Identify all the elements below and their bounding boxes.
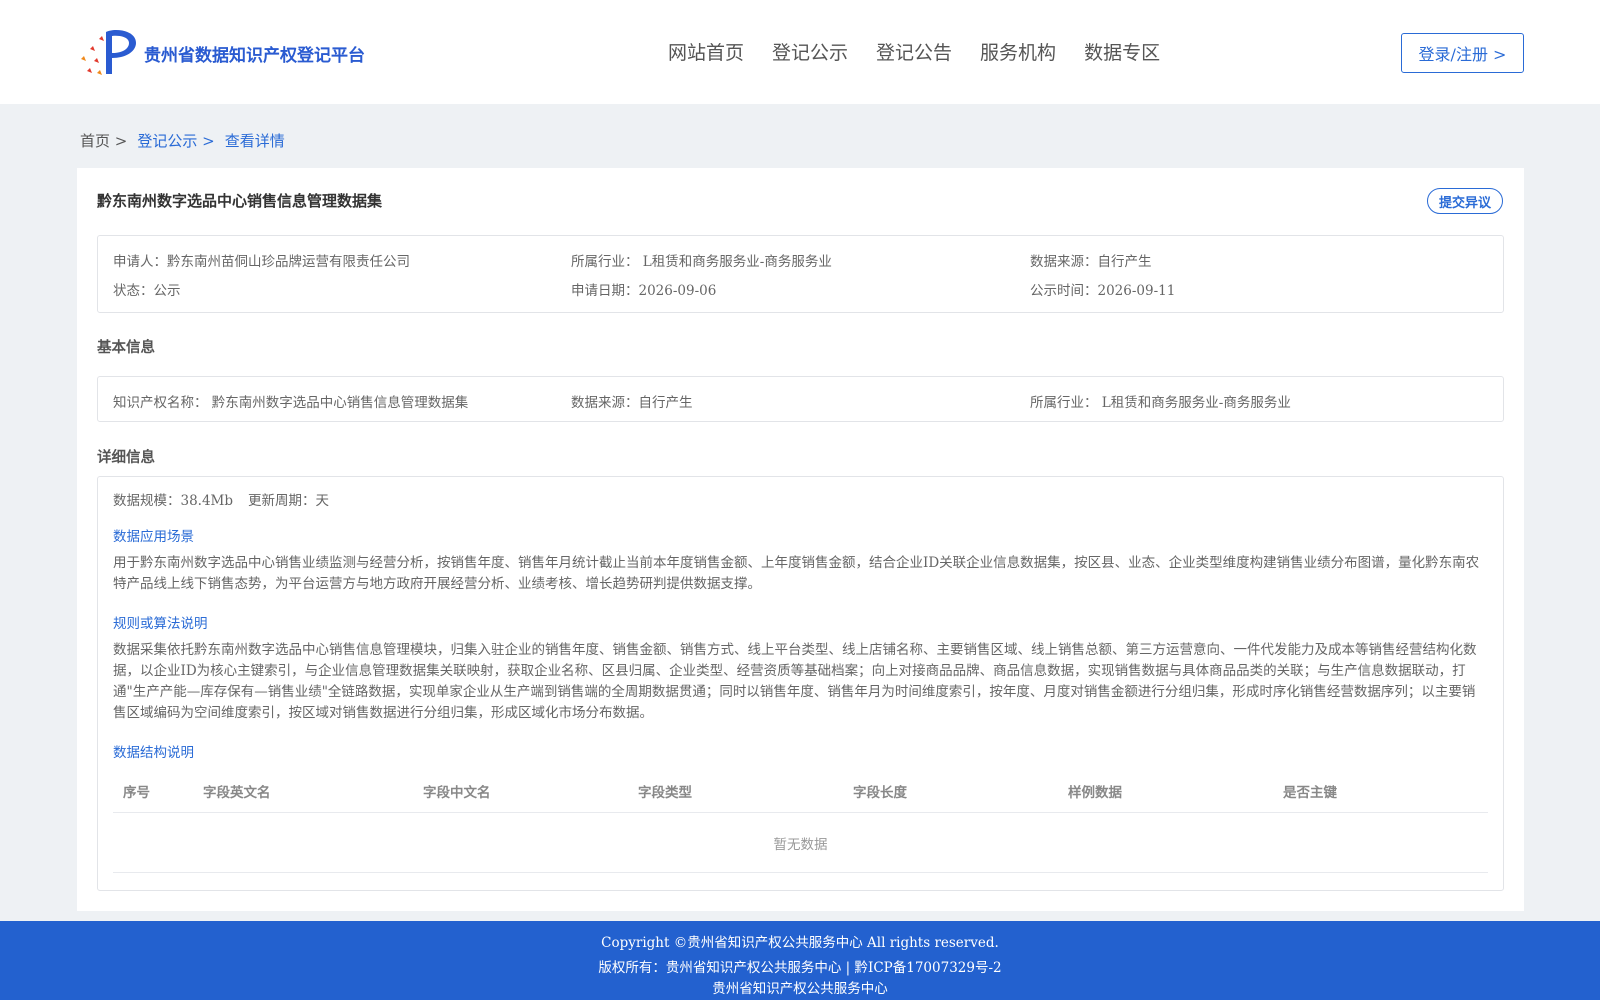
data-source: 数据来源：自行产生: [1030, 254, 1152, 270]
table-empty-row: 暂无数据: [113, 813, 1488, 873]
th-field-cn: 字段中文名: [423, 785, 491, 801]
nav-registration-announcement[interactable]: 登记公告: [876, 38, 952, 65]
update-cycle: 更新周期：天: [248, 493, 329, 509]
submit-objection-button[interactable]: 提交异议: [1427, 188, 1503, 214]
ip-name: 知识产权名称： 黔东南州数字选品中心销售信息管理数据集: [113, 395, 469, 411]
industry: 所属行业： L租赁和商务服务业-商务服务业: [571, 254, 832, 270]
nav-registration-publicity[interactable]: 登记公示: [772, 38, 848, 65]
th-field-length: 字段长度: [853, 785, 907, 801]
logo-emblem-icon: [81, 30, 136, 75]
footer-copyright: Copyright ©贵州省知识产权公共服务中心 All rights rese…: [601, 935, 999, 951]
apply-date: 申请日期：2026-09-06: [571, 283, 717, 299]
scenario-text: 用于黔东南州数字选品中心销售业绩监测与经营分析，按销售年度、销售年月统计截止当前…: [113, 555, 1480, 592]
breadcrumb: 首页 > 登记公示 > 查看详情: [80, 130, 285, 151]
basic-data-source: 数据来源：自行产生: [571, 395, 693, 411]
detail-card: 黔东南州数字选品中心销售信息管理数据集 提交异议 申请人：黔东南州苗侗山珍品牌运…: [77, 168, 1524, 911]
rule-text: 数据采集依托黔东南州数字选品中心销售信息管理模块，归集入驻企业的销售年度、销售金…: [113, 642, 1477, 721]
main-nav: 网站首页 登记公示 登记公告 服务机构 数据专区: [668, 38, 1160, 65]
site-header: 贵州省数据知识产权登记平台 网站首页 登记公示 登记公告 服务机构 数据专区 登…: [0, 0, 1600, 104]
scenario-heading: 数据应用场景: [113, 529, 194, 545]
publish-time: 公示时间：2026-09-11: [1030, 283, 1176, 299]
structure-heading: 数据结构说明: [113, 745, 194, 761]
basic-info-box: 知识产权名称： 黔东南州数字选品中心销售信息管理数据集 数据来源：自行产生 所属…: [97, 376, 1504, 422]
summary-box: 申请人：黔东南州苗侗山珍品牌运营有限责任公司 所属行业： L租赁和商务服务业-商…: [97, 235, 1504, 313]
footer-org: 贵州省知识产权公共服务中心: [712, 981, 888, 997]
structure-table: 序号 字段英文名 字段中文名 字段类型 字段长度 样例数据 是否主键 暂无数据: [113, 767, 1488, 873]
breadcrumb-section[interactable]: 登记公示 >: [137, 130, 214, 151]
nav-data-zone[interactable]: 数据专区: [1084, 38, 1160, 65]
applicant: 申请人：黔东南州苗侗山珍品牌运营有限责任公司: [113, 254, 410, 270]
nav-service-agencies[interactable]: 服务机构: [980, 38, 1056, 65]
site-logo[interactable]: 贵州省数据知识产权登记平台: [80, 28, 365, 78]
rule-heading: 规则或算法说明: [113, 616, 208, 632]
status: 状态：公示: [113, 283, 181, 299]
basic-industry: 所属行业： L租赁和商务服务业-商务服务业: [1030, 395, 1291, 411]
breadcrumb-current: 查看详情: [224, 132, 285, 150]
table-header: 序号 字段英文名 字段中文名 字段类型 字段长度 样例数据 是否主键: [113, 767, 1488, 813]
th-index: 序号: [123, 785, 150, 801]
site-footer: Copyright ©贵州省知识产权公共服务中心 All rights rese…: [0, 921, 1600, 1000]
detail-info-heading: 详细信息: [97, 450, 155, 466]
th-sample: 样例数据: [1068, 785, 1122, 801]
data-scale: 数据规模：38.4Mb: [113, 493, 234, 509]
th-field-type: 字段类型: [638, 785, 692, 801]
th-field-en: 字段英文名: [203, 785, 271, 801]
site-name: 贵州省数据知识产权登记平台: [144, 45, 365, 66]
login-register-button[interactable]: 登录/注册 >: [1401, 33, 1524, 73]
footer-rights: 版权所有：贵州省知识产权公共服务中心 | 黔ICP备17007329号-2: [598, 960, 1002, 976]
th-primary-key: 是否主键: [1283, 785, 1337, 801]
basic-info-heading: 基本信息: [97, 340, 155, 356]
breadcrumb-home[interactable]: 首页 >: [80, 130, 127, 151]
detail-info-box: 数据规模：38.4Mb 更新周期：天 数据应用场景 用于黔东南州数字选品中心销售…: [97, 476, 1504, 891]
dataset-title: 黔东南州数字选品中心销售信息管理数据集: [97, 192, 383, 210]
nav-home[interactable]: 网站首页: [668, 38, 744, 65]
